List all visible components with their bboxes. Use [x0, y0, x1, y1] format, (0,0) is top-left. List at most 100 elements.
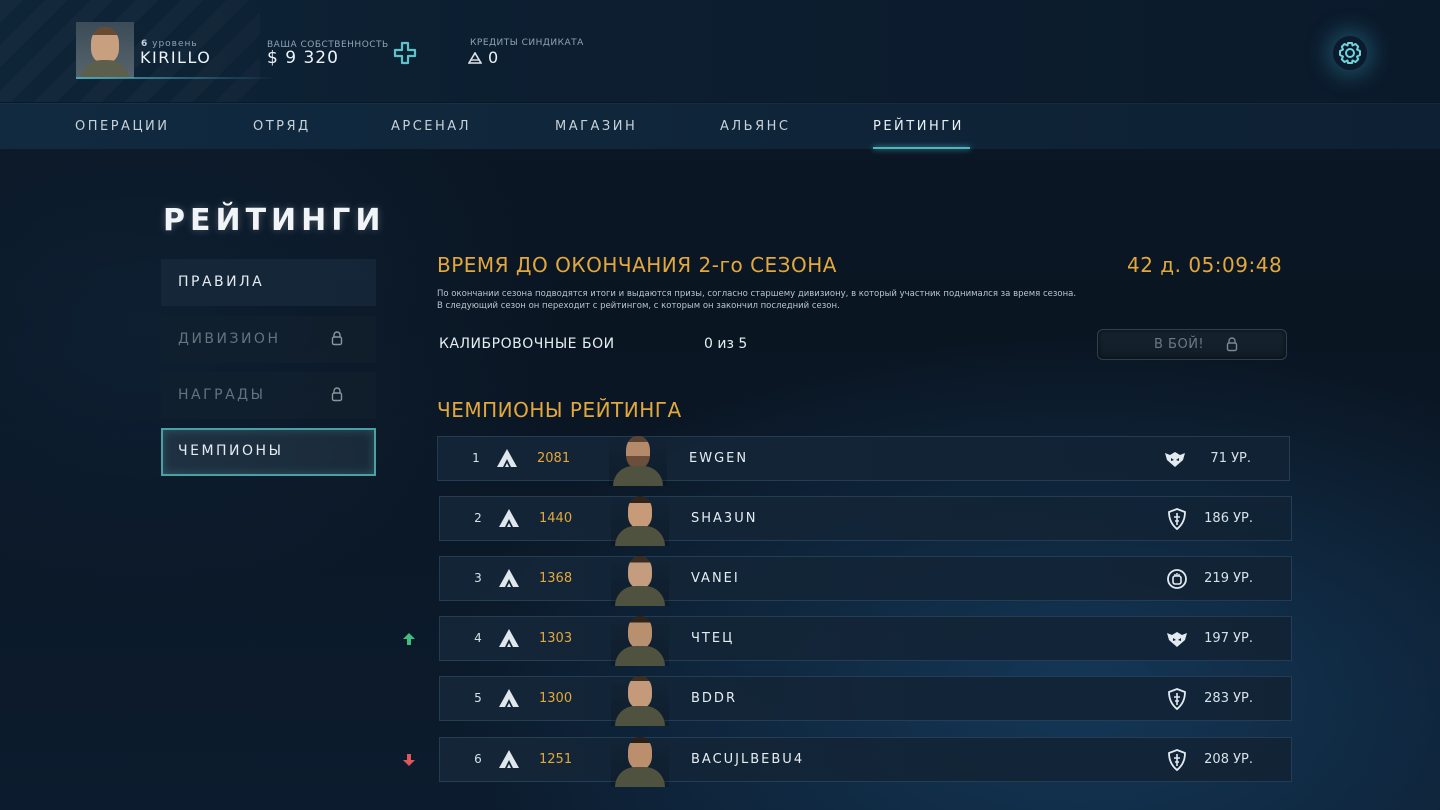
champion-portrait [609, 432, 667, 486]
division-icon [499, 689, 519, 707]
champion-rank: 2 [474, 511, 482, 525]
champion-portrait [611, 552, 669, 606]
champions-title: ЧЕМПИОНЫ РЕЙТИНГА [437, 398, 682, 422]
champion-row-5[interactable]: 5 1300 BDDR 283 УР. [439, 672, 1292, 726]
nav-alliance[interactable]: АЛЬЯНС [720, 119, 790, 134]
champion-score: 1303 [539, 631, 573, 646]
portrait-body [615, 706, 665, 726]
avatar-head [91, 27, 119, 63]
wolf-emblem-icon [1167, 632, 1187, 647]
division-icon [499, 629, 519, 647]
nav-shop[interactable]: МАГАЗИН [555, 119, 637, 134]
clan-icon-wrap [1164, 626, 1190, 652]
clan-icon-wrap [1162, 446, 1188, 472]
season-description-line: В следующий сезон он переходит с рейтинг… [437, 301, 840, 311]
champion-portrait [611, 733, 669, 787]
champion-rank: 3 [474, 571, 482, 585]
wolf-emblem-icon [1165, 452, 1185, 467]
champion-name[interactable]: VANEI [691, 571, 740, 586]
champion-score: 2081 [537, 451, 571, 466]
dagger-shield-icon [1168, 688, 1186, 711]
player-avatar[interactable] [76, 22, 134, 78]
nav-ratings[interactable]: РЕЙТИНГИ [873, 119, 964, 134]
season-description-line: По окончании сезона подводятся итоги и в… [437, 289, 1077, 299]
sidebar-item-champions[interactable]: ЧЕМПИОНЫ [161, 428, 376, 476]
season-title: ВРЕМЯ ДО ОКОНЧАНИЯ 2-го СЕЗОНА [437, 253, 837, 277]
champion-rank: 4 [474, 631, 482, 645]
avatar-body [80, 60, 130, 78]
lock-icon [331, 387, 343, 402]
champion-portrait [611, 672, 669, 726]
portrait-head [628, 676, 652, 708]
nav-operations[interactable]: ОПЕРАЦИИ [75, 119, 170, 134]
champion-rank: 5 [474, 691, 482, 705]
calibration-value: 0 из 5 [704, 336, 748, 352]
champion-row-6[interactable]: 6 1251 BACUJLBEBU4 208 УР. [439, 733, 1292, 787]
settings-button[interactable] [1333, 36, 1367, 70]
portrait-body [615, 646, 665, 666]
portrait-head [626, 436, 650, 468]
champion-name[interactable]: BDDR [691, 691, 737, 706]
champion-rank: 1 [472, 451, 480, 465]
credits-value: 0 [488, 48, 499, 67]
property-value: $ 9 320 [267, 48, 339, 68]
portrait-body [615, 526, 665, 546]
division-icon [499, 750, 519, 768]
champion-level: 197 УР. [1204, 631, 1253, 646]
sidebar-item-rules[interactable]: ПРАВИЛА [161, 259, 376, 306]
champion-score: 1300 [539, 691, 573, 706]
division-icon [497, 449, 517, 467]
arrow-up-icon [403, 633, 415, 645]
champion-score: 1368 [539, 571, 573, 586]
arrow-down-icon [403, 754, 415, 766]
champion-name[interactable]: BACUJLBEBU4 [691, 752, 804, 767]
champion-level: 283 УР. [1204, 691, 1253, 706]
sidebar-item-label: ДИВИЗИОН [178, 331, 281, 347]
syndicate-credit-icon [468, 52, 482, 64]
portrait-head [628, 496, 652, 528]
plus-icon[interactable] [393, 41, 417, 65]
lock-icon [1226, 337, 1238, 352]
champion-score: 1440 [539, 511, 573, 526]
fist-shield-icon [1167, 569, 1187, 589]
champion-rank: 6 [474, 752, 482, 766]
champion-score: 1251 [539, 752, 573, 767]
champion-name[interactable]: SHA3UN [691, 511, 757, 526]
champion-row-4[interactable]: 4 1303 ЧТЕЦ 197 УР. [439, 612, 1292, 666]
champion-name[interactable]: EWGEN [689, 451, 748, 466]
calibration-label: КАЛИБРОВОЧНЫЕ БОИ [439, 336, 615, 352]
sidebar-item-label: ЧЕМПИОНЫ [178, 443, 284, 459]
sidebar-item-division[interactable]: ДИВИЗИОН [161, 316, 376, 363]
fight-button-label: В БОЙ! [1154, 337, 1205, 352]
season-timer: 42 д. 05:09:48 [1127, 253, 1283, 277]
portrait-body [613, 466, 663, 486]
page-title: РЕЙТИНГИ [163, 203, 386, 238]
portrait-body [615, 586, 665, 606]
champion-name[interactable]: ЧТЕЦ [691, 631, 734, 646]
champion-portrait [611, 612, 669, 666]
clan-icon-wrap [1164, 566, 1190, 592]
dagger-shield-icon [1168, 508, 1186, 531]
main-nav: ОПЕРАЦИИ ОТРЯД АРСЕНАЛ МАГАЗИН АЛЬЯНС РЕ… [0, 103, 1440, 149]
nav-squad[interactable]: ОТРЯД [253, 119, 311, 134]
champion-level: 186 УР. [1204, 511, 1253, 526]
top-bar: 6 уровень KIRILLO ВАША СОБСТВЕННОСТЬ $ 9… [0, 0, 1440, 102]
nav-arsenal[interactable]: АРСЕНАЛ [391, 119, 471, 134]
portrait-head [628, 737, 652, 769]
season-description: По окончании сезона подводятся итоги и в… [437, 288, 1076, 312]
clan-icon-wrap [1164, 506, 1190, 532]
clan-icon-wrap [1164, 686, 1190, 712]
credits-label: КРЕДИТЫ СИНДИКАТА [470, 38, 584, 48]
division-icon [499, 569, 519, 587]
champion-row-2[interactable]: 2 1440 SHA3UN 186 УР. [439, 492, 1292, 546]
portrait-head [628, 616, 652, 648]
gear-icon [1339, 42, 1361, 64]
clan-icon-wrap [1164, 747, 1190, 773]
champion-level: 71 УР. [1210, 451, 1251, 466]
sidebar-item-rewards[interactable]: НАГРАДЫ [161, 372, 376, 419]
champion-row-3[interactable]: 3 1368 VANEI 219 УР. [439, 552, 1292, 606]
fight-button[interactable]: В БОЙ! [1097, 329, 1287, 360]
champion-row-1[interactable]: 1 2081 EWGEN 71 УР. [437, 432, 1290, 486]
division-icon [499, 509, 519, 527]
portrait-head [628, 556, 652, 588]
